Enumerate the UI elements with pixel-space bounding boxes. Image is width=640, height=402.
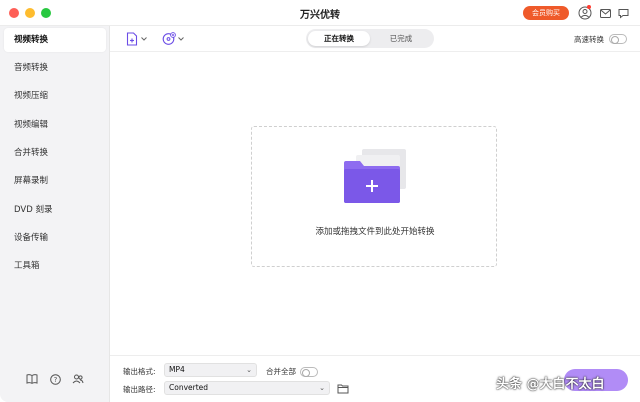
mail-icon[interactable] <box>597 5 613 21</box>
file-drop-zone[interactable]: 添加或拖拽文件到此处开始转换 <box>251 126 497 267</box>
title-bar: 万兴优转 会员购买 <box>0 0 640 26</box>
app-window: 万兴优转 会员购买 视频转换 音频转换 视频压缩 视频编辑 合并转换 屏幕录制 … <box>0 0 640 402</box>
notification-dot <box>587 5 591 9</box>
toolbar: 正在转换 已完成 高速转换 <box>110 26 640 52</box>
sidebar-item-dvd-burn[interactable]: DVD 刻录 <box>4 198 106 222</box>
open-folder-icon[interactable] <box>337 383 349 395</box>
add-dvd-icon <box>162 32 176 45</box>
help-icon[interactable]: ? <box>48 372 62 386</box>
add-file-icon <box>126 32 138 46</box>
drop-hint: 添加或拖拽文件到此处开始转换 <box>315 227 435 237</box>
chevron-down-icon <box>178 37 184 41</box>
add-file-button[interactable] <box>126 30 147 48</box>
sidebar-item-video-compress[interactable]: 视频压缩 <box>4 84 106 108</box>
output-format-value: MP4 <box>169 365 185 374</box>
tab-converting[interactable]: 正在转换 <box>308 31 370 46</box>
chevron-down-icon: ⌄ <box>246 366 252 374</box>
member-purchase-button[interactable]: 会员购买 <box>523 6 569 20</box>
add-disc-button[interactable] <box>162 30 184 48</box>
merge-all-toggle[interactable] <box>300 367 318 377</box>
merge-all-label: 合并全部 <box>266 367 296 376</box>
sidebar-item-video-edit[interactable]: 视频编辑 <box>4 113 106 137</box>
users-icon[interactable] <box>71 372 85 386</box>
output-path-select[interactable]: Converted ⌄ <box>164 381 330 395</box>
high-speed-toggle[interactable] <box>609 34 627 44</box>
output-path-label: 输出路径: <box>123 385 156 394</box>
high-speed-label: 高速转换 <box>574 35 604 44</box>
chevron-down-icon: ⌄ <box>319 384 325 392</box>
feedback-icon[interactable] <box>615 5 631 21</box>
tab-completed[interactable]: 已完成 <box>370 31 432 46</box>
output-format-label: 输出格式: <box>123 367 156 376</box>
sidebar-item-audio-convert[interactable]: 音频转换 <box>4 56 106 80</box>
sidebar-item-merge-convert[interactable]: 合并转换 <box>4 141 106 165</box>
output-path-value: Converted <box>169 383 209 392</box>
output-format-select[interactable]: MP4 ⌄ <box>164 363 257 377</box>
sidebar-item-device-transfer[interactable]: 设备传输 <box>4 226 106 250</box>
sidebar-item-video-convert[interactable]: 视频转换 <box>4 28 106 52</box>
svg-text:?: ? <box>53 376 57 384</box>
chevron-down-icon <box>141 37 147 41</box>
sidebar: 视频转换 音频转换 视频压缩 视频编辑 合并转换 屏幕录制 DVD 刻录 设备传… <box>0 26 110 402</box>
sidebar-item-screen-record[interactable]: 屏幕录制 <box>4 169 106 193</box>
add-folder-icon[interactable] <box>342 147 408 205</box>
watermark: 头条 @大白不太白 <box>496 377 605 392</box>
book-icon[interactable] <box>25 372 39 386</box>
status-segmented-control: 正在转换 已完成 <box>306 29 434 48</box>
sidebar-item-toolbox[interactable]: 工具箱 <box>4 254 106 278</box>
